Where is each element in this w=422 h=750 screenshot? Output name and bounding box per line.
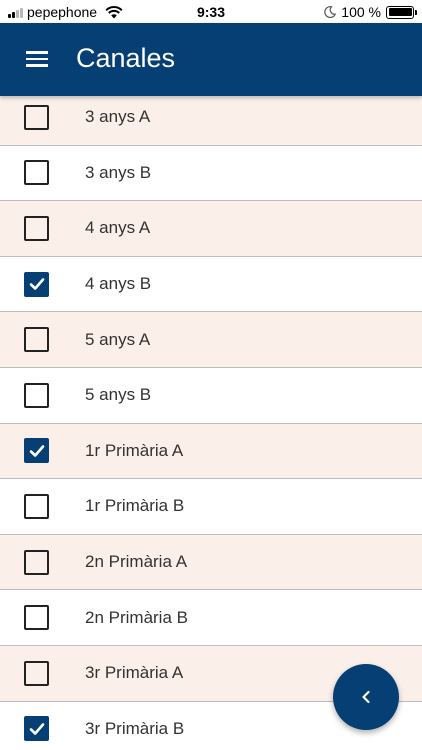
channel-checkbox[interactable]	[24, 160, 49, 186]
channel-checkbox[interactable]	[24, 215, 49, 241]
channel-row[interactable]: 3 anys B	[0, 145, 422, 202]
channel-row[interactable]: 4 anys B	[0, 256, 422, 313]
channel-label: 4 anys A	[85, 218, 151, 238]
channel-label: 4 anys B	[85, 274, 152, 294]
channel-row[interactable]: 1r Primària A	[0, 423, 422, 480]
channel-label: 5 anys A	[85, 329, 151, 349]
channel-label: 3r Primària A	[85, 663, 184, 683]
channel-row[interactable]: 2n Primària A	[0, 534, 422, 591]
battery-percent: 100 %	[341, 4, 381, 20]
app-bar: Canales	[0, 23, 422, 96]
back-fab-button[interactable]	[333, 664, 399, 730]
checkmark-icon	[29, 723, 44, 735]
channel-label: 3r Primària B	[85, 718, 185, 738]
channel-row[interactable]: 1r Primària B	[0, 479, 422, 535]
channel-label: 3 anys B	[85, 162, 152, 182]
status-bar: pepephone 9:33 100 %	[0, 0, 422, 23]
channel-label: 1r Primària B	[85, 496, 185, 516]
do-not-disturb-moon-icon	[324, 6, 337, 18]
channel-label: 5 anys B	[85, 385, 152, 405]
channel-row[interactable]: 5 anys B	[0, 367, 422, 424]
checkmark-icon	[29, 278, 44, 290]
channel-checkbox[interactable]	[24, 549, 49, 575]
channel-row[interactable]: 4 anys A	[0, 201, 422, 257]
status-right: 100 %	[324, 4, 417, 20]
channel-row[interactable]: 2n Primària B	[0, 590, 422, 646]
channel-checkbox[interactable]	[24, 660, 49, 686]
channel-label: 1r Primària A	[85, 440, 184, 460]
page-title: Canales	[76, 43, 176, 73]
channel-checkbox[interactable]	[24, 438, 49, 464]
channel-checkbox[interactable]	[24, 271, 49, 297]
channel-checkbox[interactable]	[24, 104, 49, 130]
battery-icon	[386, 5, 417, 19]
hamburger-menu-icon[interactable]	[24, 47, 50, 71]
channel-checkbox[interactable]	[24, 716, 49, 742]
channel-label: 3 anys A	[85, 107, 151, 127]
channel-list: 3 anys A 3 anys B 4 anys A 4 anys B 5 anys A…	[0, 90, 422, 750]
channel-checkbox[interactable]	[24, 493, 49, 519]
chevron-left-icon	[362, 690, 370, 704]
channel-checkbox[interactable]	[24, 382, 49, 408]
checkmark-icon	[29, 445, 44, 457]
channel-label: 2n Primària A	[85, 552, 188, 572]
channel-checkbox[interactable]	[24, 605, 49, 631]
channel-row[interactable]: 3 anys A	[0, 90, 422, 146]
channel-checkbox[interactable]	[24, 327, 49, 353]
channel-row[interactable]: 5 anys A	[0, 312, 422, 368]
channel-label: 2n Primària B	[85, 607, 188, 627]
